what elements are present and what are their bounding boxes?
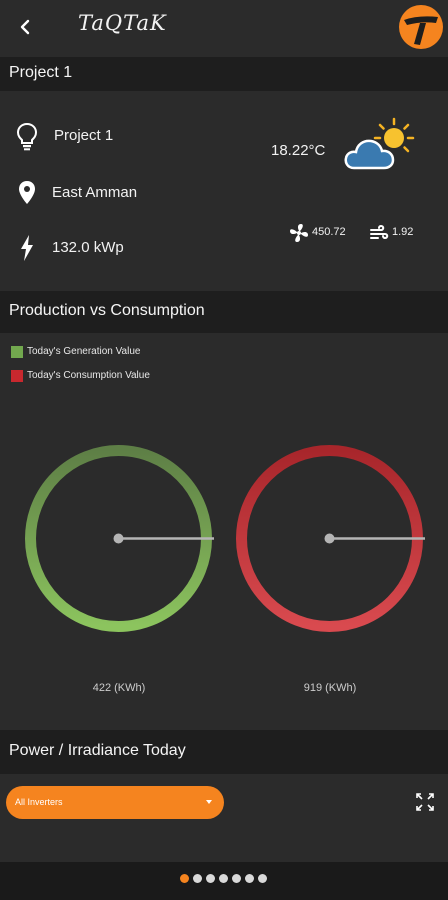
lightning-bolt-icon (21, 235, 33, 261)
temperature: 18.22°C (271, 142, 326, 159)
production-heading-bar: Production vs Consumption (0, 291, 448, 333)
power-heading-bar: Power / Irradiance Today (0, 730, 448, 774)
consumption-gauge (236, 445, 425, 632)
generation-gauge (25, 445, 214, 632)
project-heading: Project 1 (9, 64, 73, 81)
lightbulb-icon (16, 122, 38, 151)
taqtak-logo-icon[interactable] (398, 4, 444, 50)
location-pin-icon (19, 181, 35, 204)
legend-consumption-swatch (11, 370, 23, 382)
page-indicator (0, 862, 448, 900)
legend-consumption-label: Today's Consumption Value (27, 370, 150, 381)
production-heading: Production vs Consumption (9, 302, 205, 319)
power-chart-area: All Inverters (0, 774, 448, 862)
wind-icon (370, 224, 389, 240)
inverter-select-value: All Inverters (15, 797, 63, 807)
project-heading-bar: Project 1 (0, 57, 448, 91)
legend-generation-label: Today's Generation Value (27, 346, 141, 357)
legend-generation-swatch (11, 346, 23, 358)
fan-icon (290, 224, 308, 242)
project-capacity: 132.0 kWp (52, 239, 124, 256)
consumption-value: 919 (KWh) (303, 682, 357, 694)
page-dot-6[interactable] (245, 874, 254, 883)
chevron-down-icon (206, 800, 212, 804)
irradiance-value: 450.72 (312, 226, 346, 238)
page-dot-2[interactable] (193, 874, 202, 883)
generation-value: 422 (KWh) (92, 682, 146, 694)
partly-cloudy-icon (344, 117, 415, 170)
app-title: TaQTaK (78, 11, 167, 35)
project-location: East Amman (52, 184, 138, 201)
top-bar: TaQTaK (0, 0, 448, 57)
page-dot-5[interactable] (232, 874, 241, 883)
power-heading: Power / Irradiance Today (9, 742, 186, 759)
wind-value: 1.92 (392, 226, 414, 238)
project-name: Project 1 (54, 127, 114, 144)
page-dot-4[interactable] (219, 874, 228, 883)
chevron-left-icon[interactable] (13, 13, 37, 41)
fullscreen-icon[interactable] (416, 793, 434, 811)
inverter-select[interactable]: All Inverters (6, 786, 224, 819)
project-info-card: Project 1 East Amman 132.0 kWp 18.22°C 4… (0, 91, 448, 291)
page-dot-7[interactable] (258, 874, 267, 883)
page-dot-3[interactable] (206, 874, 215, 883)
production-chart: Today's Generation Value Today's Consump… (0, 333, 448, 730)
page-dot-1[interactable] (180, 874, 189, 883)
